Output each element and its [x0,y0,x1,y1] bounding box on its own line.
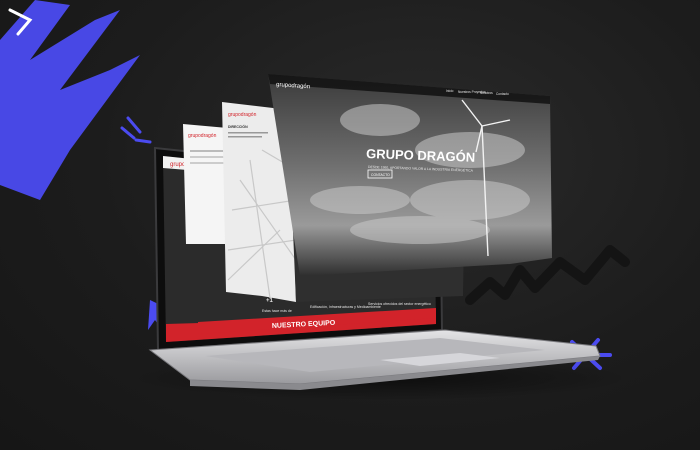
hero-nav-item[interactable]: Inicio [446,89,454,93]
hero-nav-item[interactable]: Nosotros [480,91,493,95]
stat-label-3: Servicios ofrecidos del sector energétic… [368,302,431,306]
scribble-arrow-icon [0,0,140,200]
mockup-scene: grupodragón +1 Estas hace más de +68 Edi… [0,0,630,400]
stat-value-1: +1 [266,298,274,304]
map-page-logo: grupodragón [228,112,257,118]
stat-label-1: Estas hace más de [262,309,292,313]
spark-lines-icon [120,116,152,144]
hero-nav-item[interactable]: Contacto [496,92,509,96]
floating-page-hero: grupodragón Inicio Nuestros Proyectos No… [268,74,552,276]
white-page-logo: grupodragón [188,133,217,139]
hero-cta-label: CONTACTO [371,173,390,177]
map-address-heading: DIRECCIÓN [228,124,248,129]
mockup-stage: grupodragón +1 Estas hace más de +68 Edi… [0,0,700,450]
